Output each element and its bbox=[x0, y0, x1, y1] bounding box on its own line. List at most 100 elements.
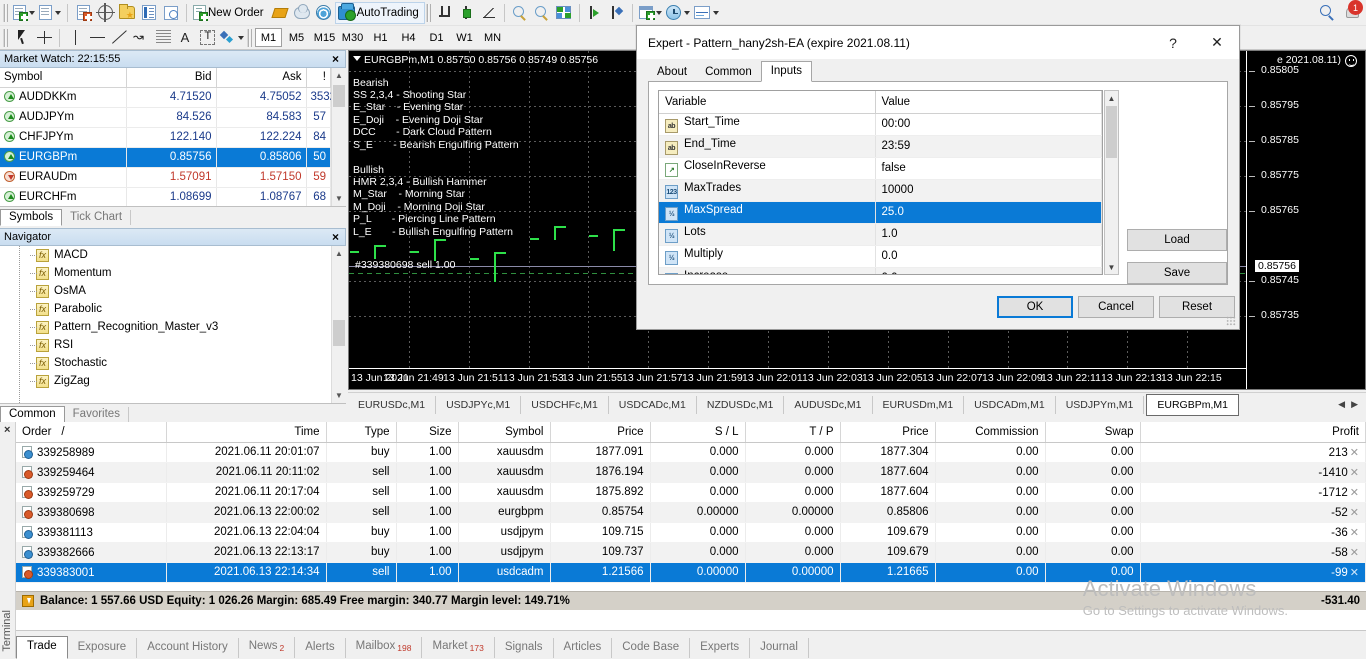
dialog-tab-inputs[interactable]: Inputs bbox=[760, 61, 813, 82]
text-tool[interactable]: A bbox=[174, 27, 196, 49]
trade-table-row[interactable]: 339259729 2021.06.11 20:17:04 sell 1.00 xauu… bbox=[16, 482, 1366, 503]
notification-bell-icon[interactable]: 1 bbox=[1344, 0, 1363, 20]
terminal-button[interactable] bbox=[138, 2, 160, 24]
navigator-item[interactable]: fx RSI bbox=[0, 336, 331, 354]
trendline-tool[interactable] bbox=[108, 27, 130, 49]
trade-table-row[interactable]: 339258989 2021.06.11 20:01:07 buy 1.00 xauus… bbox=[16, 442, 1366, 463]
save-button[interactable]: Save bbox=[1127, 262, 1227, 284]
input-row[interactable]: ↗ CloseInReverse false bbox=[659, 157, 1102, 180]
input-value-cell[interactable]: 0.0 bbox=[875, 245, 1102, 268]
chart-tab-eurgbpm-m1[interactable]: EURGBPm,M1 bbox=[1146, 393, 1239, 416]
toolbar-grip[interactable] bbox=[3, 3, 8, 22]
terminal-tab-exposure[interactable]: Exposure bbox=[68, 638, 138, 658]
zoom-out-button[interactable] bbox=[531, 2, 553, 24]
inputs-scrollbar[interactable]: ▲ ▼ bbox=[1104, 90, 1119, 275]
profiles-button[interactable] bbox=[37, 2, 63, 24]
market-watch-row[interactable]: EURGBPm 0.85756 0.85806 50 bbox=[0, 147, 331, 168]
terminal-tab-experts[interactable]: Experts bbox=[690, 638, 751, 658]
periods-button[interactable] bbox=[664, 2, 692, 24]
input-row[interactable]: ab Start_Time 00:00 bbox=[659, 113, 1102, 136]
terminal-tab-code-base[interactable]: Code Base bbox=[612, 638, 691, 658]
navigator-item[interactable]: fx Pattern_Recognition_Master_v3 bbox=[0, 318, 331, 336]
cursor-tool[interactable] bbox=[11, 27, 33, 49]
autotrading-button[interactable]: AutoTrading bbox=[334, 1, 425, 24]
search-icon[interactable] bbox=[1320, 5, 1334, 19]
close-order-button[interactable]: ✕ bbox=[1348, 527, 1359, 539]
trade-col-swap[interactable]: Swap bbox=[1045, 422, 1141, 443]
input-row[interactable]: ½ Lots 1.0 bbox=[659, 223, 1102, 246]
input-value-cell[interactable]: 0.0 bbox=[875, 267, 1102, 274]
mw-col-[interactable]: ! bbox=[306, 68, 331, 88]
trade-col-type[interactable]: Type bbox=[326, 422, 397, 443]
inputs-grid[interactable]: Variable Value ab Start_Time 00:00 ab End_Tim… bbox=[658, 90, 1103, 275]
chart-tab-next-button[interactable]: ▶ bbox=[1351, 399, 1358, 410]
signals-button[interactable] bbox=[313, 2, 335, 24]
chart-shift-button[interactable] bbox=[584, 2, 606, 24]
terminal-tab-journal[interactable]: Journal bbox=[750, 638, 809, 658]
trade-col-symbol[interactable]: Symbol bbox=[458, 422, 551, 443]
candlestick-chart-button[interactable] bbox=[456, 2, 478, 24]
period-toolbar-grip[interactable] bbox=[247, 28, 252, 47]
close-order-button[interactable]: ✕ bbox=[1348, 567, 1359, 579]
terminal-close-button[interactable]: × bbox=[4, 424, 10, 436]
shapes-tool[interactable] bbox=[218, 27, 246, 49]
input-value-cell[interactable]: 00:00 bbox=[875, 113, 1102, 136]
close-order-button[interactable]: ✕ bbox=[1348, 547, 1359, 559]
mql5-community-button[interactable] bbox=[269, 2, 291, 24]
ok-button[interactable]: OK bbox=[997, 296, 1073, 318]
dialog-close-button[interactable]: ✕ bbox=[1195, 26, 1239, 59]
chart-tab-usdcadm-m1[interactable]: USDCADm,M1 bbox=[964, 395, 1056, 414]
input-row[interactable]: ½ Increase 0.0 bbox=[659, 267, 1102, 274]
input-value-cell[interactable]: false bbox=[875, 157, 1102, 180]
period-button-h4[interactable]: H4 bbox=[395, 28, 422, 47]
scroll-up-icon[interactable]: ▲ bbox=[332, 68, 346, 83]
trade-col-price[interactable]: Price bbox=[550, 422, 651, 443]
market-watch-close-button[interactable]: × bbox=[332, 52, 339, 66]
navigator-item[interactable]: fx OsMA bbox=[0, 282, 331, 300]
chart-tab-usdjpym-m1[interactable]: USDJPYm,M1 bbox=[1056, 395, 1145, 414]
market-watch-row[interactable]: AUDJPYm 84.526 84.583 57 bbox=[0, 107, 331, 128]
close-order-button[interactable]: ✕ bbox=[1348, 487, 1359, 499]
navigator-scrollbar[interactable]: ▲ ▼ bbox=[331, 246, 346, 403]
crosshair-tool[interactable] bbox=[33, 27, 55, 49]
navigator-button[interactable] bbox=[116, 2, 138, 24]
market-watch-tab-tick-chart[interactable]: Tick Chart bbox=[62, 210, 132, 225]
trade-col-size[interactable]: Size bbox=[396, 422, 459, 443]
inputs-col-variable[interactable]: Variable bbox=[659, 91, 876, 114]
market-watch-row[interactable]: EURCHFm 1.08699 1.08767 68 bbox=[0, 187, 331, 206]
trade-col-price[interactable]: Price bbox=[840, 422, 936, 443]
trade-col-s-l[interactable]: S / L bbox=[650, 422, 746, 443]
input-row[interactable]: ½ Multiply 0.0 bbox=[659, 245, 1102, 268]
market-watch-button[interactable] bbox=[72, 2, 94, 24]
load-button[interactable]: Load bbox=[1127, 229, 1227, 251]
navigator-item[interactable]: fx Stochastic bbox=[0, 354, 331, 372]
toolbar-grip-2[interactable] bbox=[425, 3, 431, 22]
nav-scroll-up-icon[interactable]: ▲ bbox=[332, 246, 346, 261]
nav-scroll-thumb[interactable] bbox=[333, 320, 345, 346]
navigator-item[interactable]: fx Momentum bbox=[0, 264, 331, 282]
trade-col-profit[interactable]: Profit bbox=[1140, 422, 1366, 443]
chart-tab-usdjpyc-m1[interactable]: USDJPYc,M1 bbox=[436, 395, 522, 414]
terminal-tab-account-history[interactable]: Account History bbox=[137, 638, 239, 658]
navigator-item[interactable]: fx ZigZag bbox=[0, 372, 331, 390]
chart-tab-prev-button[interactable]: ◀ bbox=[1338, 399, 1345, 410]
data-window-button[interactable] bbox=[94, 2, 116, 24]
inputs-col-value[interactable]: Value bbox=[875, 91, 1102, 114]
dialog-resize-grip[interactable] bbox=[1226, 316, 1236, 326]
trade-col-time[interactable]: Time bbox=[166, 422, 327, 443]
inputs-scroll-down-icon[interactable]: ▼ bbox=[1105, 260, 1118, 274]
indicators-button[interactable] bbox=[637, 2, 664, 24]
input-value-cell[interactable]: 25.0 bbox=[875, 201, 1102, 224]
bar-chart-button[interactable] bbox=[434, 2, 456, 24]
terminal-tab-signals[interactable]: Signals bbox=[495, 638, 554, 658]
nav-scroll-down-icon[interactable]: ▼ bbox=[332, 388, 346, 403]
period-button-m15[interactable]: M15 bbox=[311, 28, 338, 47]
close-order-button[interactable]: ✕ bbox=[1348, 447, 1359, 459]
trade-table-row[interactable]: 339381113 2021.06.13 22:04:04 buy 1.00 usdjp… bbox=[16, 522, 1366, 543]
line-toolbar-grip[interactable] bbox=[3, 28, 8, 47]
chart-tab-usdcadc-m1[interactable]: USDCADc,M1 bbox=[609, 395, 697, 414]
period-button-mn[interactable]: MN bbox=[479, 28, 506, 47]
chart-tab-usdchfc-m1[interactable]: USDCHFc,M1 bbox=[521, 395, 609, 414]
vertical-line-tool[interactable] bbox=[64, 27, 86, 49]
trade-col-commission[interactable]: Commission bbox=[935, 422, 1046, 443]
